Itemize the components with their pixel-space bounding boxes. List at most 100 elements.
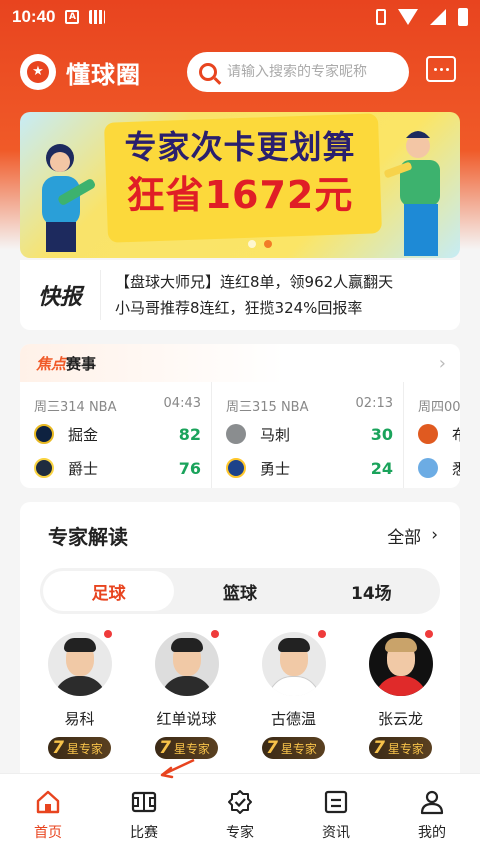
- vibrate-icon: [376, 9, 386, 25]
- pager-dot-active: [264, 240, 272, 248]
- team-name: 爵士: [68, 459, 99, 478]
- unread-dot: [425, 630, 433, 638]
- tab-14-matches[interactable]: 14场: [306, 571, 437, 611]
- expert-item[interactable]: 张云龙 7 星专家: [347, 630, 454, 759]
- news-tag: 快报: [20, 279, 100, 311]
- team-row: 布: [418, 419, 460, 449]
- wifi-icon: [398, 9, 418, 25]
- team-logo-icon: [34, 458, 54, 478]
- match-card[interactable]: 周三315 NBA 02:13 马刺 30 勇士 24: [212, 382, 404, 488]
- message-icon[interactable]: [426, 56, 456, 82]
- nav-label: 我的: [418, 825, 446, 841]
- team-row: 爵士 76: [34, 453, 201, 483]
- nav-label: 首页: [34, 825, 62, 841]
- nav-label: 比赛: [130, 825, 158, 841]
- star-level: 7: [266, 738, 278, 758]
- pager-dot: [248, 240, 256, 248]
- view-all-label: 全部: [387, 527, 422, 548]
- star-level: 7: [159, 738, 171, 758]
- nav-label: 资讯: [322, 825, 350, 841]
- team-score: 24: [370, 458, 393, 478]
- focus-matches-header[interactable]: 焦点赛事 ›: [20, 344, 460, 382]
- team-row: 悉: [418, 453, 460, 483]
- nav-matches[interactable]: 比赛: [96, 774, 192, 853]
- search-box[interactable]: [187, 52, 409, 92]
- view-all-button[interactable]: 全部 ›: [387, 523, 438, 548]
- expert-name: 古德温: [270, 710, 316, 728]
- avatar: [47, 632, 112, 696]
- app-name: 懂球圈: [66, 60, 141, 89]
- team-logo-icon: [226, 458, 246, 478]
- experts-title: 专家解读: [48, 524, 128, 549]
- app-logo-icon: ★: [20, 54, 56, 90]
- title-rest: 赛事: [66, 354, 97, 373]
- team-logo-icon: [34, 424, 54, 444]
- news-ticker[interactable]: 快报 【盘球大师兄】连红8单，领962人赢翻天 小马哥推荐8连红，狂揽324%回…: [20, 260, 460, 330]
- expert-item[interactable]: 易科 7 星专家: [26, 630, 133, 759]
- sport-tabs: 足球 篮球 14场: [40, 568, 440, 614]
- user-icon: [420, 790, 444, 815]
- team-score: 76: [178, 458, 201, 478]
- court-icon: [131, 791, 157, 813]
- news-line[interactable]: 【盘球大师兄】连红8单，领962人赢翻天: [115, 269, 393, 295]
- match-card[interactable]: 周三314 NBA 04:43 掘金 82 爵士 76: [20, 382, 212, 488]
- badge-check-icon: [228, 790, 252, 814]
- team-name: 勇士: [260, 459, 291, 478]
- banner-illustration-right: [384, 131, 440, 256]
- team-score: 82: [178, 424, 201, 444]
- status-bar: 10:40 A: [0, 0, 480, 34]
- promo-banner[interactable]: 专家次卡更划算 狂省1672元: [20, 112, 460, 258]
- chevron-right-icon: ›: [431, 525, 438, 545]
- match-info: 周三315 NBA: [226, 400, 309, 415]
- avatar: [154, 632, 219, 696]
- title-highlight: 焦点: [36, 354, 67, 373]
- team-name: 马刺: [260, 425, 291, 444]
- experts-card: 专家解读 全部 › 足球 篮球 14场 易科 7 星专家 红单说球 7 星专家 古德温…: [20, 502, 460, 782]
- search-icon: [199, 63, 217, 81]
- nav-experts[interactable]: 专家: [192, 774, 288, 853]
- notification-a-icon: A: [65, 10, 80, 24]
- top-header: ★ 懂球圈: [20, 52, 460, 92]
- tab-basketball[interactable]: 篮球: [174, 571, 305, 611]
- match-info: 周三314 NBA: [34, 400, 117, 415]
- nav-home[interactable]: 首页: [0, 774, 96, 853]
- expert-list: 易科 7 星专家 红单说球 7 星专家 古德温 7 星专家 张云龙 7 星专家: [20, 614, 460, 759]
- banner-pager: [248, 240, 272, 248]
- badge-text: 星专家: [387, 741, 424, 756]
- status-right: [376, 8, 468, 26]
- search-input[interactable]: [227, 64, 397, 80]
- star-badge: 7 星专家: [48, 737, 111, 759]
- expert-name: 易科: [64, 710, 95, 728]
- match-card[interactable]: 周四00: 布 悉: [404, 382, 460, 488]
- battery-icon: [458, 8, 468, 26]
- tab-football[interactable]: 足球: [43, 571, 175, 611]
- team-score: 30: [370, 424, 393, 444]
- badge-text: 星专家: [173, 741, 210, 756]
- unread-dot: [104, 630, 112, 638]
- status-time: 10:40: [12, 7, 56, 26]
- signal-icon: [430, 9, 446, 25]
- experts-header: 专家解读 全部 ›: [20, 502, 460, 568]
- team-name: 掘金: [68, 425, 99, 444]
- match-time: 02:13: [355, 396, 393, 411]
- news-icon: [324, 790, 348, 814]
- team-logo-icon: [418, 458, 438, 478]
- chevron-right-icon: ›: [438, 352, 446, 374]
- expert-item[interactable]: 红单说球 7 星专家: [133, 630, 240, 759]
- team-name: 悉: [452, 459, 460, 478]
- expert-item[interactable]: 古德温 7 星专家: [240, 630, 347, 759]
- nav-news[interactable]: 资讯: [288, 774, 384, 853]
- expert-name: 红单说球: [156, 710, 217, 728]
- star-level: 7: [373, 738, 385, 758]
- news-line[interactable]: 小马哥推荐8连红，狂揽324%回报率: [115, 295, 393, 321]
- team-logo-icon: [418, 424, 438, 444]
- team-name: 布: [452, 425, 460, 444]
- unread-dot: [318, 630, 326, 638]
- team-logo-icon: [226, 424, 246, 444]
- match-time: 04:43: [163, 396, 201, 411]
- bottom-nav: 首页 比赛 专家 资讯 我的: [0, 773, 480, 853]
- unread-dot: [211, 630, 219, 638]
- star-badge: 7 星专家: [262, 737, 325, 759]
- badge-text: 星专家: [280, 741, 317, 756]
- nav-profile[interactable]: 我的: [384, 774, 480, 853]
